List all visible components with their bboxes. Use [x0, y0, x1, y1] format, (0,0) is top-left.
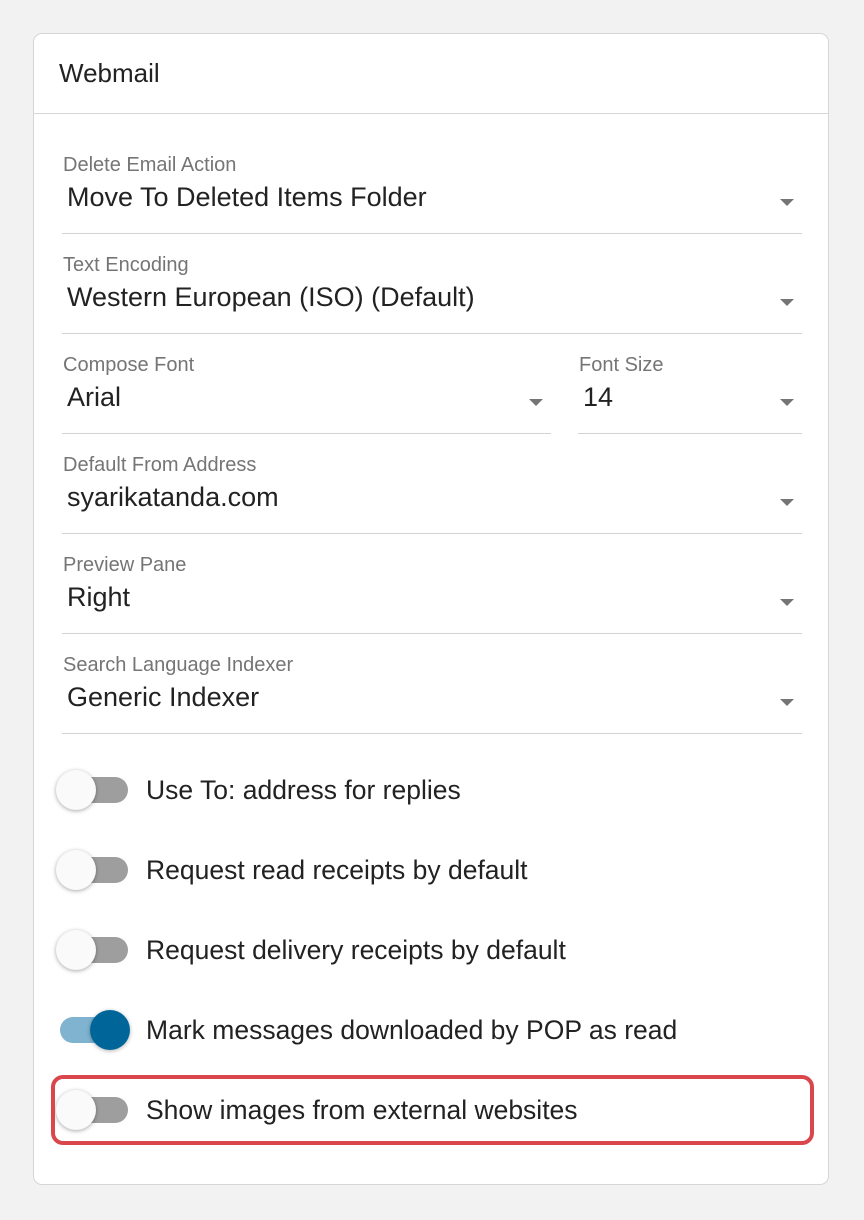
caret-down-icon	[780, 499, 794, 506]
switch-thumb[interactable]	[56, 850, 96, 890]
switch-thumb[interactable]	[56, 1090, 96, 1130]
mark-pop-read-switch[interactable]	[56, 1010, 132, 1050]
switch-thumb[interactable]	[56, 770, 96, 810]
compose-font-label: Compose Font	[63, 354, 195, 376]
delivery-receipts-switch[interactable]	[56, 930, 132, 970]
text-encoding-select[interactable]: Text Encoding Western European (ISO) (De…	[62, 254, 802, 334]
switch-thumb[interactable]	[56, 930, 96, 970]
delete-email-action-value: Move To Deleted Items Folder	[67, 182, 427, 212]
text-encoding-label: Text Encoding	[63, 254, 189, 276]
font-size-select[interactable]: Font Size 14	[578, 354, 802, 434]
preview-pane-label: Preview Pane	[63, 554, 187, 576]
toggle-row-delivery-receipts[interactable]: Request delivery receipts by default	[56, 920, 566, 980]
switch-thumb[interactable]	[90, 1010, 130, 1050]
caret-down-icon	[529, 399, 543, 406]
read-receipts-label: Request read receipts by default	[146, 854, 528, 885]
preview-pane-value: Right	[67, 582, 131, 612]
search-language-indexer-value: Generic Indexer	[67, 682, 260, 712]
use-to-address-switch[interactable]	[56, 770, 132, 810]
toggle-row-use-to-address[interactable]: Use To: address for replies	[56, 760, 461, 820]
use-to-address-label: Use To: address for replies	[146, 774, 461, 805]
font-size-value: 14	[583, 382, 614, 412]
show-external-images-switch[interactable]	[56, 1090, 132, 1130]
card-title: Webmail	[34, 34, 828, 114]
compose-font-value: Arial	[67, 382, 122, 412]
caret-down-icon	[780, 599, 794, 606]
mark-pop-read-label: Mark messages downloaded by POP as read	[146, 1014, 678, 1045]
delete-email-action-select[interactable]: Delete Email Action Move To Deleted Item…	[62, 154, 802, 234]
delete-email-action-label: Delete Email Action	[63, 154, 237, 176]
search-language-indexer-select[interactable]: Search Language Indexer Generic Indexer	[62, 654, 802, 734]
delivery-receipts-label: Request delivery receipts by default	[146, 934, 566, 965]
toggle-row-show-external-images[interactable]: Show images from external websites	[56, 1080, 578, 1140]
preview-pane-select[interactable]: Preview Pane Right	[62, 554, 802, 634]
caret-down-icon	[780, 399, 794, 406]
read-receipts-switch[interactable]	[56, 850, 132, 890]
show-external-images-label: Show images from external websites	[146, 1094, 578, 1125]
search-language-indexer-label: Search Language Indexer	[63, 654, 294, 676]
caret-down-icon	[780, 699, 794, 706]
default-from-address-label: Default From Address	[63, 454, 257, 476]
toggle-row-read-receipts[interactable]: Request read receipts by default	[56, 840, 528, 900]
default-from-address-value: syarikatanda.com	[67, 482, 279, 512]
compose-font-select[interactable]: Compose Font Arial	[62, 354, 551, 434]
text-encoding-value: Western European (ISO) (Default)	[67, 282, 475, 312]
caret-down-icon	[780, 199, 794, 206]
default-from-address-select[interactable]: Default From Address syarikatanda.com	[62, 454, 802, 534]
font-size-label: Font Size	[579, 354, 664, 376]
toggle-row-mark-pop-read[interactable]: Mark messages downloaded by POP as read	[56, 1000, 677, 1060]
caret-down-icon	[780, 299, 794, 306]
